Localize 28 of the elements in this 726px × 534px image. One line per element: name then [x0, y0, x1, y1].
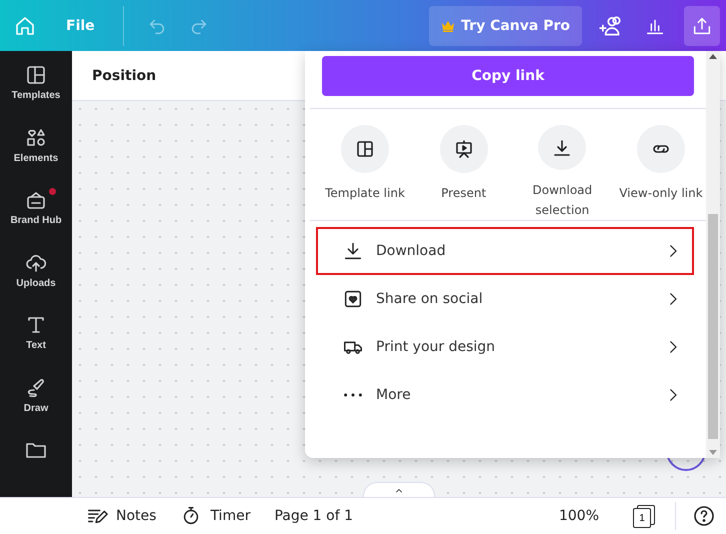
share-menu-item[interactable]: Share on social — [316, 275, 694, 323]
zoom-level[interactable]: 100% — [558, 508, 599, 524]
share-menu-item[interactable]: Print your design — [316, 323, 694, 371]
share-option[interactable]: Download selection — [517, 125, 608, 220]
scrollbar-thumb[interactable] — [708, 214, 718, 439]
share-menu-item[interactable]: Download — [316, 227, 694, 275]
notes-button[interactable]: Notes — [86, 505, 156, 527]
share-option[interactable]: Present — [418, 125, 509, 220]
copy-link-button[interactable]: Copy link — [322, 56, 694, 96]
help-icon — [692, 504, 716, 528]
timer-button[interactable]: Timer — [180, 505, 250, 527]
sidebar-item[interactable]: Elements — [0, 122, 72, 184]
sidebar-item[interactable]: Text — [0, 309, 72, 372]
crown-icon — [441, 20, 456, 32]
sidebar-item[interactable]: Uploads — [0, 246, 72, 310]
position-label[interactable]: Position — [92, 68, 156, 84]
share-option[interactable]: View-only link — [616, 125, 706, 220]
share-button[interactable] — [684, 6, 720, 46]
sidebar-item[interactable]: Draw — [0, 372, 72, 434]
layout-icon — [24, 63, 48, 87]
sidebar-item[interactable]: Brand Hub — [0, 184, 72, 247]
more-icon — [344, 393, 362, 397]
share-option[interactable]: Template link — [320, 125, 410, 220]
try-pro-button[interactable]: Try Canva Pro — [429, 6, 582, 46]
download-icon — [342, 240, 364, 262]
page-indicator: Page 1 of 1 — [274, 508, 354, 524]
share-menu-item[interactable]: More — [316, 371, 694, 419]
sidebar-item[interactable]: Templates — [0, 59, 72, 122]
